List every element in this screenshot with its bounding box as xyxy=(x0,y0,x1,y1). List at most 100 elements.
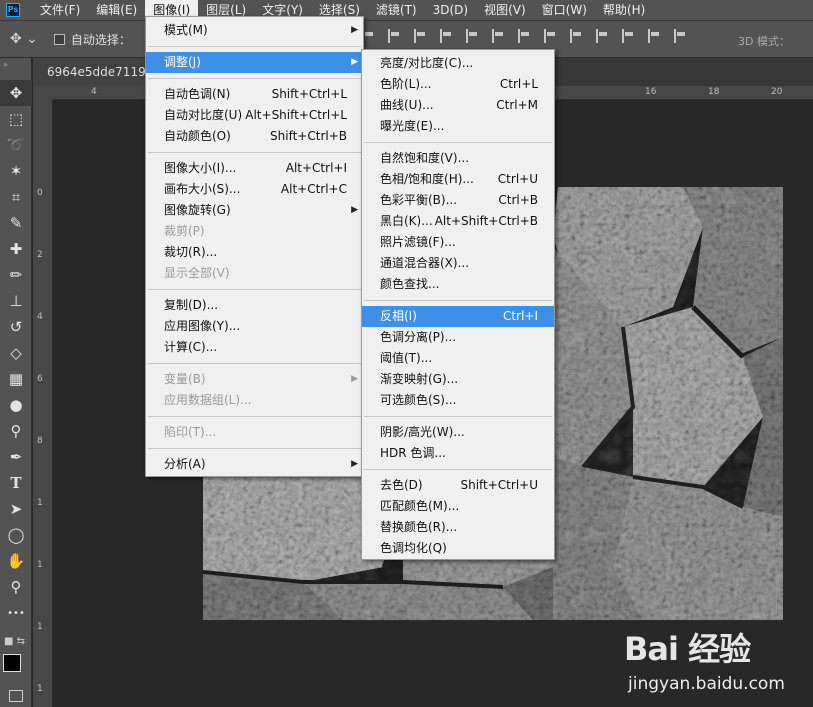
dodge-tool-icon[interactable]: ⚲ xyxy=(0,418,32,444)
auto-select-label: 自动选择： xyxy=(70,32,131,47)
menu-item[interactable]: 色调分离(P)... xyxy=(362,327,554,348)
menu-item[interactable]: 图像旋转(G) ▶ xyxy=(146,200,363,221)
distribute-left-icon[interactable] xyxy=(596,29,608,43)
menu-item[interactable]: 曝光度(E)... xyxy=(362,116,554,137)
menu-0[interactable]: 文件(F) xyxy=(32,0,88,20)
gradient-tool-icon[interactable]: ▦ xyxy=(0,366,32,392)
menu-item[interactable]: 应用图像(Y)... xyxy=(146,316,363,337)
history-brush-tool-icon[interactable]: ↺ xyxy=(0,314,32,340)
blur-tool-icon[interactable]: ● xyxy=(0,392,32,418)
menu-item[interactable]: 渐变映射(G)... xyxy=(362,369,554,390)
menu-item-label: 渐变映射(G)... xyxy=(380,372,459,386)
menu-item[interactable]: 阴影/高光(W)... xyxy=(362,422,554,443)
move-options-icon[interactable]: ✥ ⌄ xyxy=(10,31,38,47)
brush-tool-icon[interactable]: ✏ xyxy=(0,262,32,288)
menu-item[interactable]: 颜色查找... xyxy=(362,274,554,295)
menu-item[interactable]: HDR 色调... xyxy=(362,443,554,464)
auto-select-checkbox[interactable] xyxy=(53,33,65,45)
ruler-tick: 16 xyxy=(645,87,657,97)
pen-tool-icon[interactable]: ✒ xyxy=(0,444,32,470)
auto-align-icon[interactable] xyxy=(674,29,686,43)
foreground-color-swatch[interactable] xyxy=(3,654,21,672)
marquee-tool-icon[interactable]: ⬚ xyxy=(0,106,32,132)
menu-item[interactable]: 亮度/对比度(C)... xyxy=(362,53,554,74)
distribute-top-icon[interactable] xyxy=(518,29,530,43)
align-top-icon[interactable] xyxy=(440,29,452,43)
menu-item-shortcut: Ctrl+B xyxy=(498,193,538,207)
menu-item[interactable]: 反相(I) Ctrl+I xyxy=(362,306,554,327)
watermark-brand: Bai 经验 xyxy=(624,630,751,668)
menu-6[interactable]: 滤镜(T) xyxy=(368,0,425,20)
menu-item[interactable]: 通道混合器(X)... xyxy=(362,253,554,274)
menu-item[interactable]: 色阶(L)... Ctrl+L xyxy=(362,74,554,95)
menu-item[interactable]: 画布大小(S)... Alt+Ctrl+C xyxy=(146,179,363,200)
menu-item[interactable]: 图像大小(I)... Alt+Ctrl+I xyxy=(146,158,363,179)
menu-item[interactable]: 自动颜色(O) Shift+Ctrl+B xyxy=(146,126,363,147)
menu-item-label: 画布大小(S)... xyxy=(164,182,241,196)
menu-item-label: 色调分离(P)... xyxy=(380,330,457,344)
menu-item[interactable]: 色相/饱和度(H)... Ctrl+U xyxy=(362,169,554,190)
menu-item[interactable]: 模式(M) ▶ xyxy=(146,20,363,41)
align-bottom-icon[interactable] xyxy=(492,29,504,43)
eyedropper-tool-icon[interactable]: ✎ xyxy=(0,210,32,236)
menu-item-label: 阈值(T)... xyxy=(380,351,433,365)
menu-item[interactable]: 分析(A) ▶ xyxy=(146,454,363,475)
lasso-tool-icon[interactable]: ➰ xyxy=(0,132,32,158)
align-middle-icon[interactable] xyxy=(466,29,478,43)
more-tools-icon[interactable]: ••• xyxy=(0,600,32,626)
menu-item[interactable]: 计算(C)... xyxy=(146,337,363,358)
move-tool-icon[interactable]: ✥ xyxy=(0,80,32,106)
panel-collapse-icon[interactable]: » xyxy=(0,58,31,80)
distribute-middle-icon[interactable] xyxy=(544,29,556,43)
distribute-center-icon[interactable] xyxy=(622,29,634,43)
magic-wand-tool-icon[interactable]: ✶ xyxy=(0,158,32,184)
menu-8[interactable]: 视图(V) xyxy=(476,0,534,20)
distribute-bottom-icon[interactable] xyxy=(570,29,582,43)
swap-colors-icon[interactable]: ■ ⇆ xyxy=(4,636,25,647)
menu-item-label: 自然饱和度(V)... xyxy=(380,151,470,165)
path-select-tool-icon[interactable]: ➤ xyxy=(0,496,32,522)
menu-item[interactable]: 自然饱和度(V)... xyxy=(362,148,554,169)
crop-tool-icon[interactable]: ⌗ xyxy=(0,184,32,210)
zoom-tool-icon[interactable]: ⚲ xyxy=(0,574,32,600)
ruler-tick: 1 xyxy=(37,684,43,694)
menu-10[interactable]: 帮助(H) xyxy=(595,0,653,20)
menu-item-label: 图像旋转(G) xyxy=(164,203,231,217)
menu-item[interactable]: 自动色调(N) Shift+Ctrl+L xyxy=(146,84,363,105)
menu-item[interactable]: 曲线(U)... Ctrl+M xyxy=(362,95,554,116)
watermark-url: jingyan.baidu.com xyxy=(628,674,785,694)
menu-item[interactable]: 去色(D) Shift+Ctrl+U xyxy=(362,475,554,496)
menu-separator xyxy=(364,142,552,143)
align-right-icon[interactable] xyxy=(414,29,426,43)
submenu-arrow-icon: ▶ xyxy=(351,459,358,469)
menu-item[interactable]: 色调均化(Q) xyxy=(362,538,554,559)
distribute-right-icon[interactable] xyxy=(648,29,660,43)
quick-mask-icon[interactable] xyxy=(9,690,23,702)
align-center-icon[interactable] xyxy=(388,29,400,43)
menu-item-label: 可选颜色(S)... xyxy=(380,393,457,407)
menu-item[interactable]: 复制(D)... xyxy=(146,295,363,316)
menu-item[interactable]: 替换颜色(R)... xyxy=(362,517,554,538)
menu-item[interactable]: 自动对比度(U) Alt+Shift+Ctrl+L xyxy=(146,105,363,126)
menu-item[interactable]: 黑白(K)... Alt+Shift+Ctrl+B xyxy=(362,211,554,232)
eraser-tool-icon[interactable]: ◇ xyxy=(0,340,32,366)
ellipse-tool-icon[interactable]: ◯ xyxy=(0,522,32,548)
menu-item-shortcut: Alt+Ctrl+I xyxy=(285,161,347,175)
menu-7[interactable]: 3D(D) xyxy=(425,0,476,20)
menu-item[interactable]: 色彩平衡(B)... Ctrl+B xyxy=(362,190,554,211)
hand-tool-icon[interactable]: ✋ xyxy=(0,548,32,574)
menu-item-label: 替换颜色(R)... xyxy=(380,520,458,534)
menu-item[interactable]: 裁切(R)... xyxy=(146,242,363,263)
menu-item[interactable]: 匹配颜色(M)... xyxy=(362,496,554,517)
menu-item[interactable]: 调整(J) ▶ xyxy=(146,52,363,73)
menu-item[interactable]: 阈值(T)... xyxy=(362,348,554,369)
healing-brush-tool-icon[interactable]: ✚ xyxy=(0,236,32,262)
type-tool-icon[interactable]: T xyxy=(0,470,32,496)
menu-1[interactable]: 编辑(E) xyxy=(88,0,145,20)
menu-item[interactable]: 可选颜色(S)... xyxy=(362,390,554,411)
menu-item[interactable]: 照片滤镜(F)... xyxy=(362,232,554,253)
stamp-tool-icon[interactable]: ⊥ xyxy=(0,288,32,314)
menu-item-label: 通道混合器(X)... xyxy=(380,256,470,270)
menu-item-label: 照片滤镜(F)... xyxy=(380,235,456,249)
menu-9[interactable]: 窗口(W) xyxy=(534,0,595,20)
